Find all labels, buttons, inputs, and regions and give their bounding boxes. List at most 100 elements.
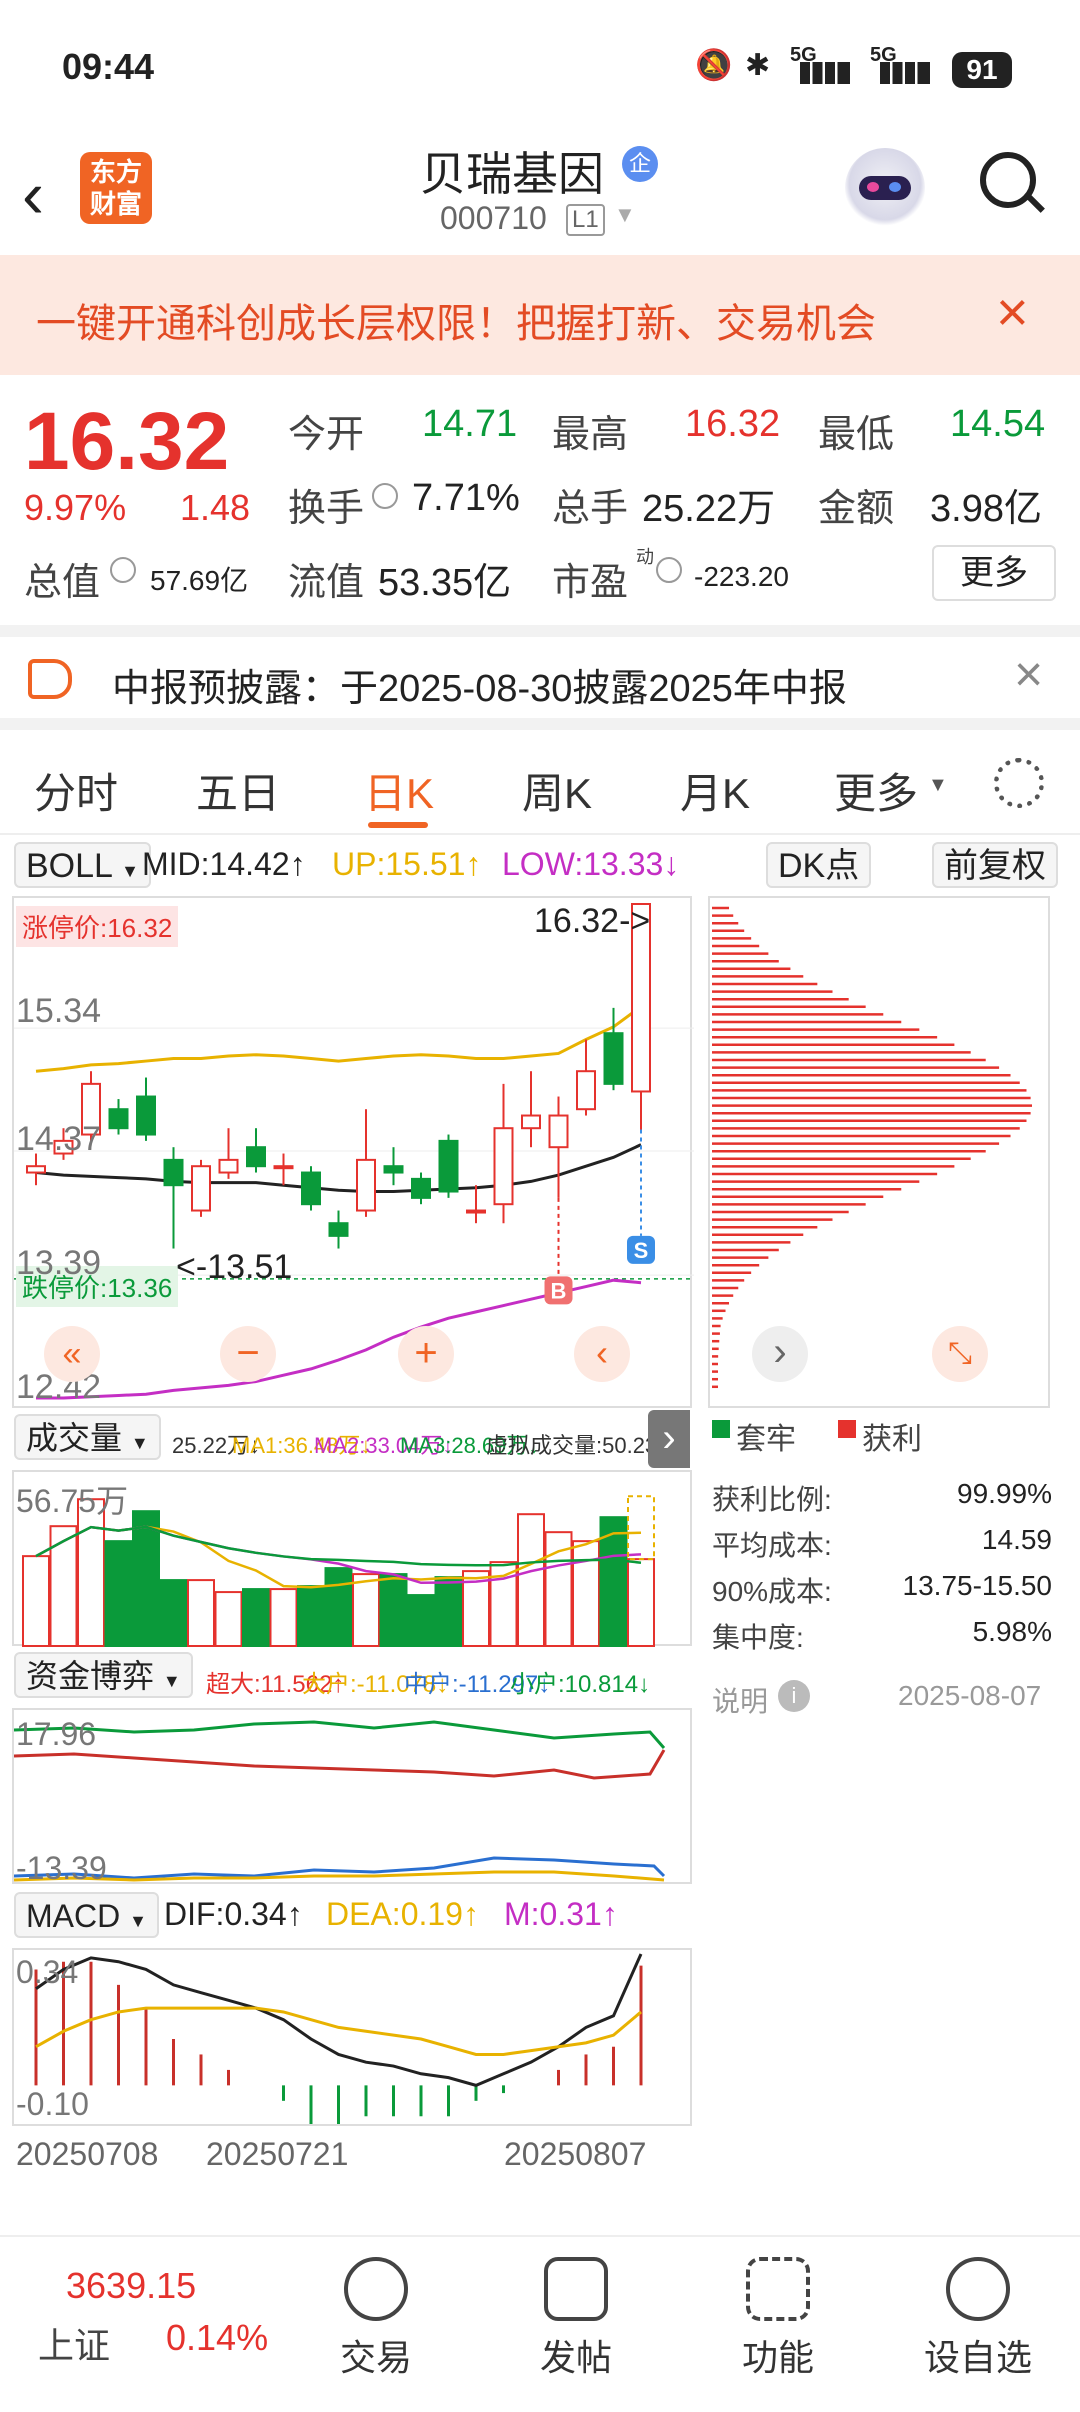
high-label: 最高 [552, 414, 629, 456]
tab-monthly-k[interactable]: 月K [680, 760, 750, 821]
zoom-in-icon[interactable]: + [398, 1326, 454, 1382]
open-value: 14.71 [422, 403, 518, 445]
volume-bar [132, 1510, 160, 1647]
low-label: 最低 [818, 414, 895, 456]
candle [246, 1128, 266, 1173]
chip-date: 2025-08-07 [898, 1680, 1042, 1711]
notice-bar[interactable]: 中报预披露：于2025-08-30披露2025年中报 × [0, 625, 1080, 730]
fq-button[interactable]: 前复权 [932, 842, 1058, 888]
float-value: 53.35亿 [378, 562, 512, 604]
svg-text:B: B [551, 1278, 567, 1303]
battery-icon: 91 [952, 52, 1012, 88]
dk-button[interactable]: DK点 [766, 842, 872, 888]
volume-bar [104, 1540, 133, 1647]
macd-select[interactable]: MACD ▼ [14, 1892, 159, 1938]
more-button[interactable]: 更多 [932, 545, 1056, 601]
candle [328, 1210, 349, 1249]
high-value: 16.32 [685, 403, 781, 445]
info-icon[interactable]: i [778, 1680, 810, 1712]
tab-weekly-k[interactable]: 周K [522, 760, 592, 821]
candle [466, 1185, 486, 1224]
y-label: 13.39 [16, 1244, 102, 1282]
candle [136, 1077, 156, 1141]
chevron-down-icon[interactable]: ▼ [614, 202, 636, 228]
volume-value: 25.22万 [642, 488, 776, 530]
candle [548, 1096, 569, 1198]
tab-intraday[interactable]: 分时 [34, 760, 118, 821]
chevron-left-icon[interactable]: ‹ [574, 1326, 630, 1382]
zoom-out-icon[interactable]: − [220, 1326, 276, 1382]
legend-profit-swatch [838, 1420, 856, 1438]
open-label: 今开 [288, 414, 365, 456]
volume-bar [242, 1588, 270, 1647]
expand-icon[interactable]: ⤡ [932, 1326, 988, 1382]
nav-bar: ‹ 东方 财富 贝瑞基因 企 000710 L1 ▼ [0, 130, 1080, 255]
kline-chart[interactable]: BS 涨停价:16.32 跌停价:13.36 15.34 14.37 13.39… [12, 896, 694, 1408]
signal-bars-icon [800, 62, 850, 84]
date-label: 20250807 [504, 2136, 647, 2172]
chip-note[interactable]: 说明 [712, 1680, 768, 1720]
mktcap-label: 总值 [24, 562, 101, 604]
robot-avatar-icon[interactable] [845, 148, 925, 228]
chevron-down-icon: ▼ [928, 774, 948, 796]
chevron-right-icon[interactable]: › [648, 1410, 690, 1468]
info-icon[interactable] [110, 557, 136, 583]
macd-ymax: 0.34 [16, 1954, 79, 1990]
info-icon[interactable] [656, 557, 682, 583]
volume-bar [379, 1573, 408, 1647]
amount-label: 金额 [818, 488, 895, 530]
vol-ymax: 56.75万 [16, 1483, 129, 1519]
low-value: 14.54 [950, 403, 1046, 445]
macd-dif: DIF:0.34↑ [164, 1896, 303, 1932]
volume-bar [297, 1585, 325, 1647]
change-amount: 1.48 [180, 487, 251, 528]
add-watchlist-button[interactable]: 设自选 [908, 2257, 1048, 2381]
close-icon[interactable]: × [996, 279, 1029, 344]
gear-icon[interactable] [994, 758, 1044, 808]
index-name[interactable]: 上证 [38, 2317, 110, 2369]
index-value[interactable]: 3639.15 [66, 2265, 196, 2307]
candle [521, 1071, 541, 1148]
rewind-icon[interactable]: « [44, 1326, 100, 1382]
signal2-bars-icon [880, 62, 930, 84]
tab-daily-k[interactable]: 日K [364, 760, 434, 821]
close-icon[interactable]: × [1014, 645, 1043, 703]
info-icon[interactable] [372, 483, 398, 509]
trade-button[interactable]: 交易 [306, 2257, 446, 2381]
tab-underline [368, 822, 428, 828]
banner-text: 一键开通科创成长层权限！把握打新、交易机会 [36, 302, 876, 346]
indicator-select[interactable]: BOLL ▼ [14, 842, 151, 888]
candle [411, 1172, 431, 1205]
funds-ymin: -13.39 [16, 1850, 107, 1886]
amount-value: 3.98亿 [930, 488, 1042, 530]
volume-bar [214, 1591, 243, 1647]
macd-ymin: -0.10 [16, 2086, 89, 2122]
chevron-right-icon[interactable]: › [752, 1326, 808, 1382]
candle [163, 1147, 184, 1249]
app-logo[interactable]: 东方 财富 [80, 152, 152, 224]
volume-select[interactable]: 成交量 ▼ [14, 1414, 161, 1460]
tab-five-day[interactable]: 五日 [196, 760, 280, 821]
volume-bar [627, 1558, 655, 1647]
candle [356, 1109, 376, 1217]
promo-banner[interactable]: 一键开通科创成长层权限！把握打新、交易机会 × [0, 255, 1080, 375]
functions-button[interactable]: 功能 [708, 2257, 848, 2381]
more-dots-icon [946, 2257, 1010, 2321]
volume-chart: 56.75万 [12, 1470, 692, 1648]
min-price-label: <-13.51 [176, 1248, 293, 1286]
candle [603, 1007, 624, 1091]
boll-up-line [35, 1005, 642, 1073]
post-button[interactable]: 发帖 [506, 2257, 646, 2381]
candle [273, 1153, 294, 1186]
y-label: 15.34 [16, 992, 102, 1030]
back-icon[interactable]: ‹ [22, 156, 44, 232]
candle [218, 1128, 239, 1179]
tab-more[interactable]: 更多 [834, 760, 918, 821]
candle [576, 1039, 596, 1116]
funds-chart: 17.96 -13.39 [12, 1708, 692, 1886]
index-pct[interactable]: 0.14% [166, 2317, 268, 2359]
y-label: 14.37 [16, 1120, 102, 1158]
pe-value: -223.20 [694, 561, 789, 592]
legend-trapped-swatch [712, 1420, 730, 1438]
funds-select[interactable]: 资金博弈 ▼ [14, 1652, 193, 1698]
